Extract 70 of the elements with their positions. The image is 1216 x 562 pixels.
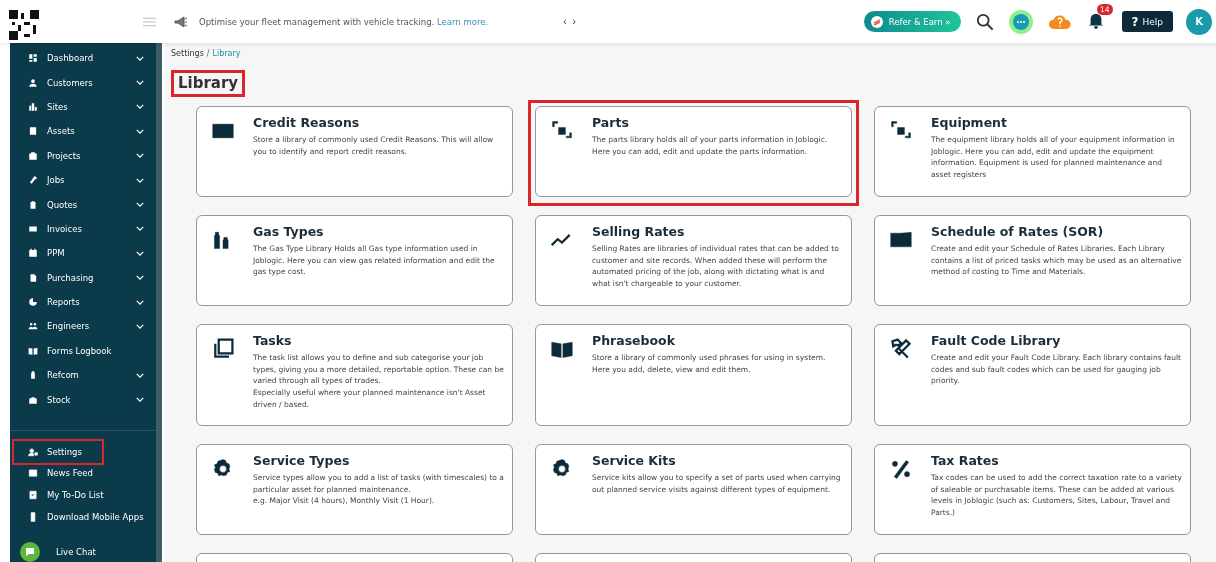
sidebar-item[interactable]: Sites: [14, 94, 152, 120]
nav-icon: [28, 150, 38, 161]
refer-logo-icon: [870, 15, 883, 28]
previous-button[interactable]: ‹: [560, 16, 570, 27]
next-button[interactable]: ›: [569, 16, 579, 27]
nav-icon: [28, 345, 38, 356]
breadcrumb-separator: /: [206, 49, 210, 58]
sidebar-item[interactable]: Refcom: [14, 363, 152, 388]
card-title: Service Kits: [592, 453, 677, 468]
live-chat-icon[interactable]: [20, 542, 40, 562]
card-title: Phrasebook: [592, 333, 676, 348]
card-title: Tasks: [253, 333, 293, 348]
search-icon[interactable]: [975, 12, 994, 31]
library-icon: [889, 457, 913, 481]
nav-icon: [28, 446, 38, 457]
nav-icon: [28, 272, 38, 283]
sidebar-item[interactable]: Dashboard: [14, 46, 152, 71]
nav-icon: [28, 53, 38, 64]
sidebar-item[interactable]: Jobs: [14, 167, 152, 193]
sidebar-item[interactable]: Stock: [14, 387, 152, 412]
help-cloud-icon[interactable]: [1047, 13, 1072, 30]
card-title: Tax Rates: [931, 453, 1000, 468]
card-title: Credit Reasons: [253, 115, 361, 130]
sidebar-item[interactable]: Projects: [14, 143, 152, 168]
sidebar-item[interactable]: Quotes: [14, 192, 152, 217]
nav-icon: [28, 248, 38, 259]
nav-icon: [28, 394, 38, 405]
sidebar-item[interactable]: Download Mobile Apps: [14, 506, 152, 528]
card-title: Schedule of Rates (SOR): [931, 224, 1105, 239]
scrollbar[interactable]: [156, 43, 162, 562]
card-title: Service Types: [253, 453, 351, 468]
library-icon: [889, 337, 913, 361]
sidebar-item[interactable]: PPM: [14, 241, 152, 266]
breadcrumb-link[interactable]: Settings: [171, 49, 204, 58]
nav-icon: [28, 175, 38, 186]
nav-icon: [28, 468, 38, 479]
nav-icon: [28, 199, 38, 210]
sidebar-item[interactable]: Forms Logbook: [14, 338, 152, 364]
page-title: Library: [171, 70, 246, 97]
sidebar-item[interactable]: Engineers: [14, 314, 152, 339]
library-icon: [211, 337, 235, 361]
nav-icon: [28, 77, 38, 88]
qr-code-icon: [9, 9, 39, 40]
sidebar-item[interactable]: Invoices: [14, 216, 152, 242]
card-title: Gas Types: [253, 224, 325, 239]
card-title: Equipment: [931, 115, 1008, 130]
sidebar-item[interactable]: Settings: [14, 440, 102, 463]
chat-icon[interactable]: [1008, 9, 1033, 34]
card-title: Fault Code Library: [931, 333, 1062, 348]
nav-icon: [28, 126, 38, 137]
announcement-text: Optimise your fleet management with vehicle tracking. Learn more.: [199, 16, 489, 27]
sidebar-item[interactable]: My To-Do List: [14, 484, 152, 507]
help-button[interactable]: ? Help: [1121, 11, 1173, 32]
nav-icon: [28, 490, 38, 501]
nav-icon: [28, 321, 38, 332]
card-title: Selling Rates: [592, 224, 686, 239]
sidebar-item[interactable]: Customers: [14, 70, 152, 95]
sidebar-item[interactable]: News Feed: [14, 462, 152, 485]
live-chat-label[interactable]: Live Chat: [56, 547, 156, 557]
nav-icon: [28, 297, 38, 308]
sidebar-item[interactable]: Reports: [14, 289, 152, 315]
nav-icon: [28, 101, 38, 112]
megaphone-icon: [174, 15, 188, 28]
sidebar-item[interactable]: Purchasing: [14, 265, 152, 290]
nav-icon: [28, 370, 38, 381]
breadcrumb-current: Library: [212, 49, 241, 58]
nav-icon: [28, 512, 38, 523]
learn-more-link[interactable]: Learn more.: [437, 16, 489, 27]
card-title: Parts: [592, 115, 630, 130]
sidebar-item[interactable]: Assets: [14, 119, 152, 144]
